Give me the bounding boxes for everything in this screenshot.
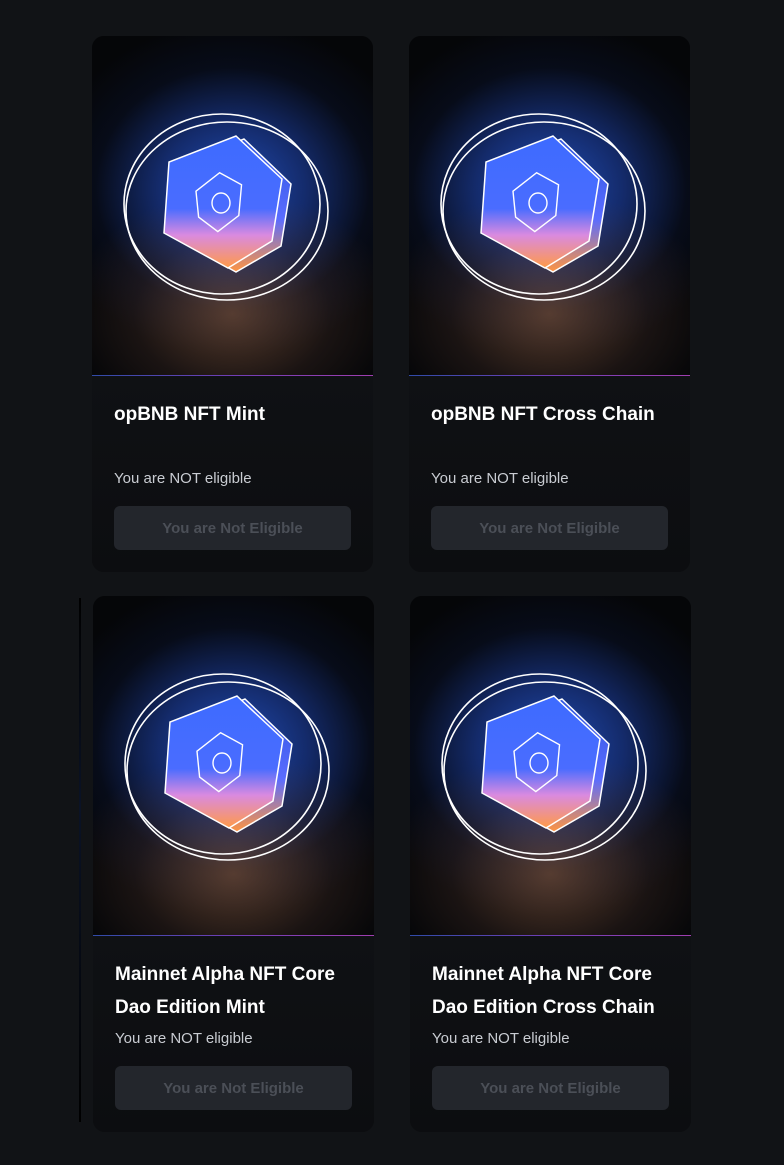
eligibility-status: You are NOT eligible xyxy=(432,1030,570,1047)
eligibility-status: You are NOT eligible xyxy=(114,470,252,487)
card-title: Mainnet Alpha NFT Core Dao Edition Cross… xyxy=(432,964,655,1018)
nft-coin-icon xyxy=(440,113,646,301)
eligibility-status: You are NOT eligible xyxy=(431,470,569,487)
nft-artwork xyxy=(93,596,374,935)
card-title: Mainnet Alpha NFT Core Dao Edition Mint xyxy=(115,964,335,1018)
eligibility-status: You are NOT eligible xyxy=(115,1030,253,1047)
nft-coin-icon xyxy=(441,673,647,861)
nft-artwork xyxy=(92,36,373,375)
nft-card: Mainnet Alpha NFT Core Dao Edition Cross… xyxy=(410,596,691,1132)
card-body: Mainnet Alpha NFT Core Dao Edition Mint … xyxy=(93,936,374,1132)
card-title: opBNB NFT Cross Chain xyxy=(431,404,655,425)
nft-card: opBNB NFT Cross Chain You are NOT eligib… xyxy=(409,36,690,572)
nft-coin-icon xyxy=(123,113,329,301)
card-body: opBNB NFT Mint You are NOT eligible You … xyxy=(92,376,373,572)
card-body: Mainnet Alpha NFT Core Dao Edition Cross… xyxy=(410,936,691,1132)
nft-card: Mainnet Alpha NFT Core Dao Edition Mint … xyxy=(93,596,374,1132)
nft-card: opBNB NFT Mint You are NOT eligible You … xyxy=(92,36,373,572)
nft-artwork xyxy=(409,36,690,375)
not-eligible-button[interactable]: You are Not Eligible xyxy=(432,1066,669,1110)
card-title: opBNB NFT Mint xyxy=(114,404,265,425)
nft-artwork xyxy=(410,596,691,935)
nft-card-grid: opBNB NFT Mint You are NOT eligible You … xyxy=(0,0,784,1165)
not-eligible-button[interactable]: You are Not Eligible xyxy=(115,1066,352,1110)
card-body: opBNB NFT Cross Chain You are NOT eligib… xyxy=(409,376,690,572)
scroll-indicator xyxy=(79,598,81,1122)
not-eligible-button[interactable]: You are Not Eligible xyxy=(114,506,351,550)
nft-coin-icon xyxy=(124,673,330,861)
not-eligible-button[interactable]: You are Not Eligible xyxy=(431,506,668,550)
